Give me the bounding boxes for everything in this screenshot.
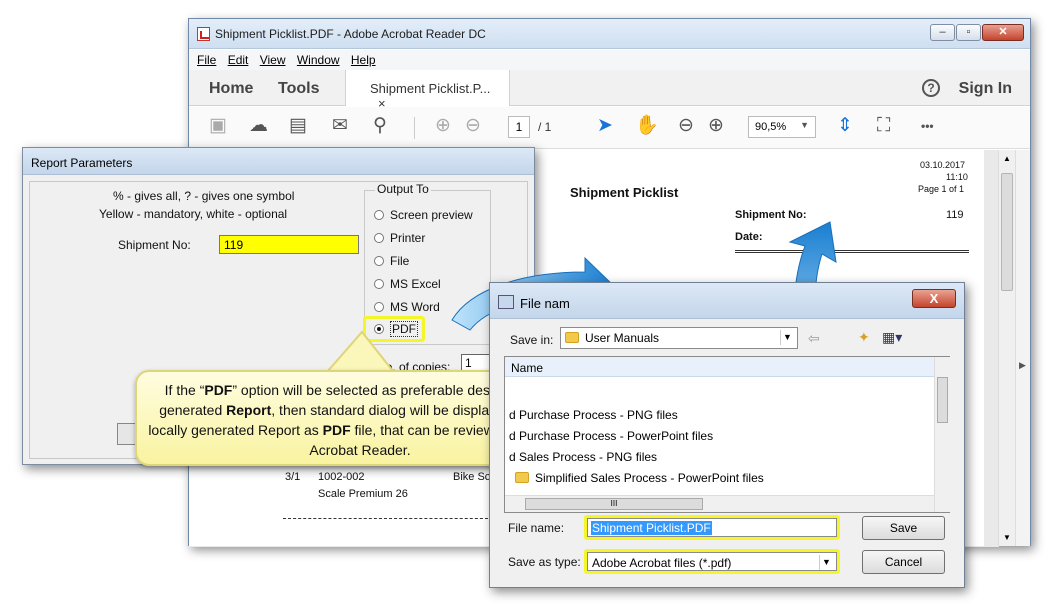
save-type-label: Save as type: (508, 555, 581, 569)
filename-label: File name: (508, 521, 565, 535)
cancel-button[interactable]: Cancel (862, 550, 945, 574)
file-save-dialog: File nam X Save in: User Manuals ▼ ⇦ ✦ ▦… (489, 282, 965, 588)
save-in-select[interactable]: User Manuals ▼ (560, 327, 798, 349)
filename-value: Shipment Picklist.PDF (591, 521, 712, 535)
save-button[interactable]: Save (862, 516, 945, 540)
callout-bold: Report (226, 402, 272, 418)
save-type-value: Adobe Acrobat files (*.pdf) (592, 556, 732, 570)
callout-text: If the “ (164, 382, 205, 398)
chevron-down-icon: ▼ (780, 330, 794, 345)
list-item[interactable]: d Sales Process - PNG files (509, 450, 657, 464)
list-item-label: Simplified Sales Process - PowerPoint fi… (535, 471, 764, 485)
back-icon[interactable]: ⇦ (808, 330, 820, 347)
vscroll-thumb[interactable] (937, 377, 948, 423)
save-dialog-title: File nam (520, 296, 570, 311)
view-menu-icon[interactable]: ▦▾ (882, 329, 902, 346)
list-item[interactable]: d Purchase Process - PNG files (509, 408, 678, 422)
save-type-select[interactable]: Adobe Acrobat files (*.pdf) ▼ (587, 552, 837, 571)
filename-input[interactable]: Shipment Picklist.PDF (587, 518, 837, 537)
hscroll-thumb[interactable]: III (525, 498, 703, 510)
list-item[interactable]: Simplified Sales Process - PowerPoint fi… (515, 471, 764, 485)
horizontal-scrollbar[interactable]: III (505, 495, 934, 512)
chevron-down-icon: ▼ (819, 555, 833, 570)
callout-bold: PDF (322, 422, 351, 438)
list-item-label: d Purchase Process - PNG files (509, 408, 678, 422)
filename-highlight: Shipment Picklist.PDF (584, 515, 840, 540)
file-list[interactable]: Name d Purchase Process - PNG files d Pu… (504, 356, 950, 513)
folder-icon (515, 472, 529, 483)
list-item-label: d Purchase Process - PowerPoint files (509, 429, 714, 443)
list-column-header[interactable]: Name (505, 357, 934, 377)
column-name: Name (511, 361, 544, 375)
list-item[interactable]: d Purchase Process - PowerPoint files (509, 429, 713, 443)
new-folder-icon[interactable]: ✦ (858, 329, 870, 346)
callout-bold: PDF (204, 382, 233, 398)
save-in-value: User Manuals (585, 331, 660, 345)
folder-icon (565, 332, 579, 343)
vertical-scrollbar[interactable] (934, 357, 950, 512)
dialog-app-icon (498, 295, 514, 309)
save-type-highlight: Adobe Acrobat files (*.pdf) ▼ (584, 549, 840, 574)
list-item-label: d Sales Process - PNG files (509, 450, 658, 464)
save-dialog-titlebar[interactable]: File nam (490, 283, 964, 319)
save-in-label: Save in: (510, 333, 554, 347)
close-icon[interactable]: X (912, 289, 956, 308)
